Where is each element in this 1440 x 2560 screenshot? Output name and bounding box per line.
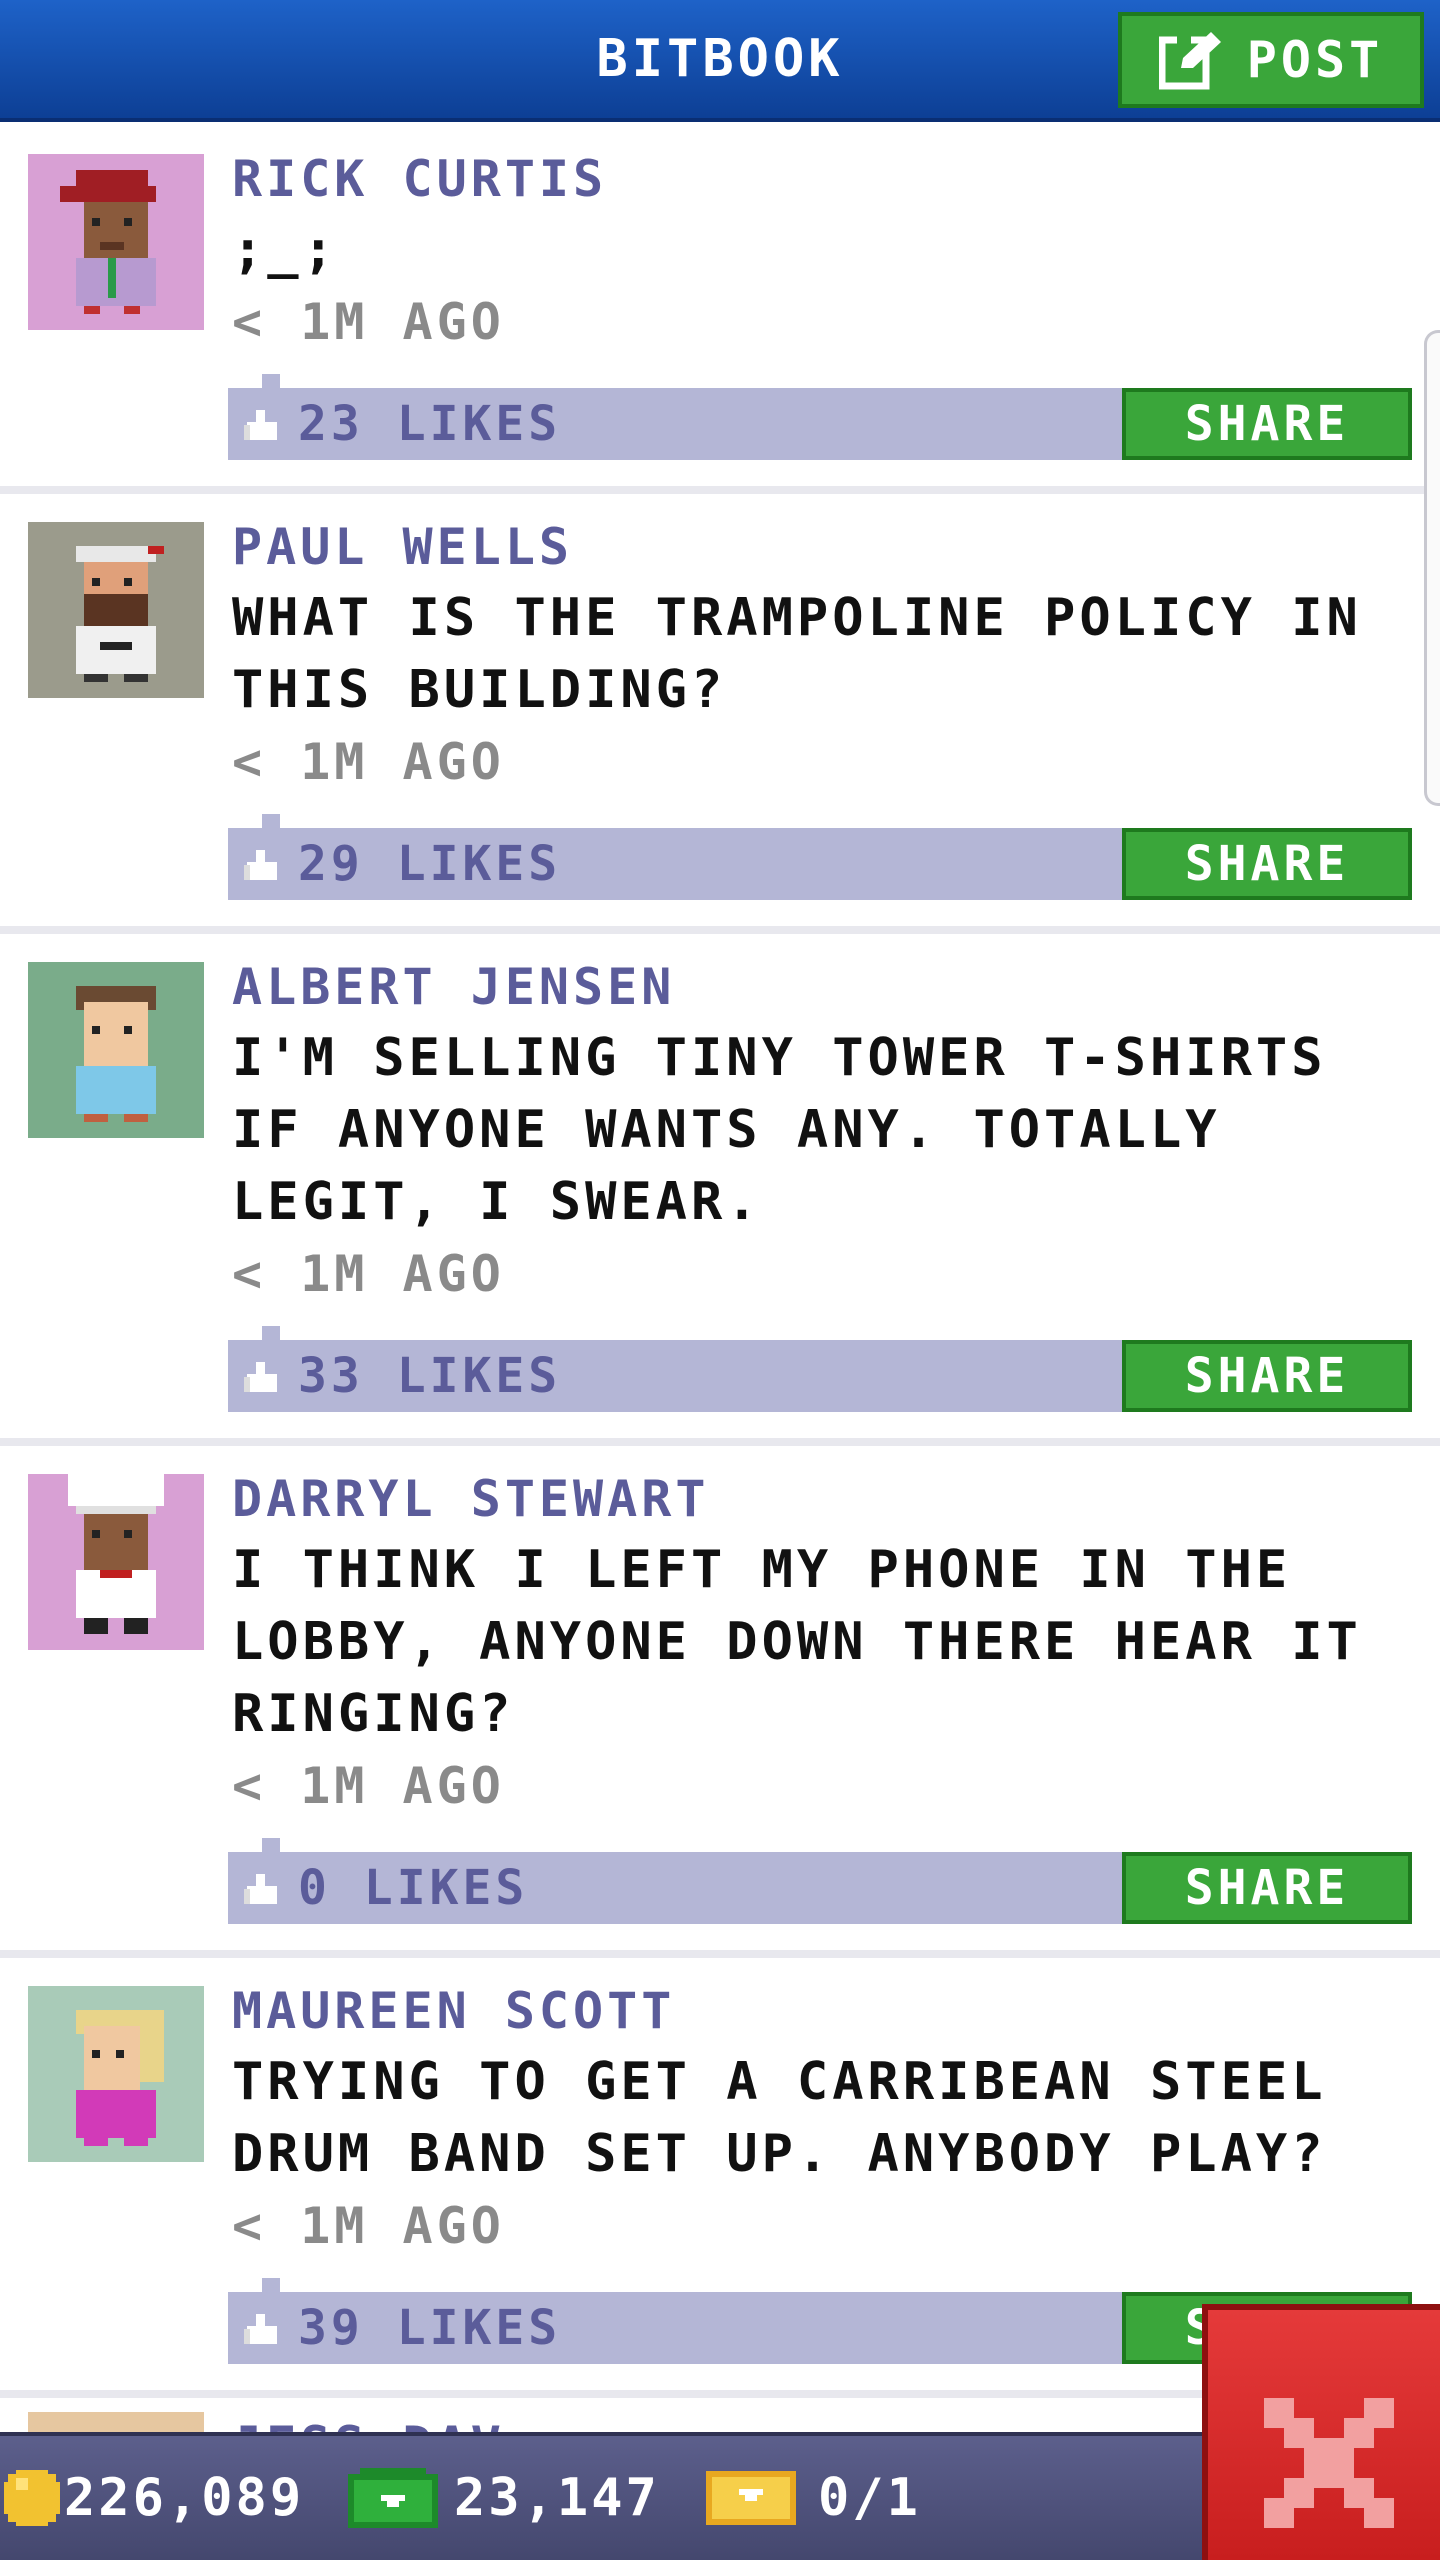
like-bar-tab (262, 1838, 280, 1852)
tickets-value: 0/1 (818, 2468, 921, 2528)
like-bar-tab (262, 814, 280, 828)
avatar[interactable] (28, 522, 204, 698)
avatar[interactable] (28, 154, 204, 330)
share-button[interactable]: SHARE (1122, 828, 1412, 900)
post-time: < 1M AGO (232, 1757, 505, 1815)
like-count: 23 LIKES (298, 396, 562, 452)
post-button[interactable]: POST (1118, 12, 1424, 108)
like-bar: 29 LIKES SHARE (228, 814, 1412, 900)
post-body: DARRYL STEWART I THINK I LEFT MY PHONE I… (232, 1464, 1412, 1822)
like-bar: 23 LIKES SHARE (228, 374, 1412, 460)
author-name[interactable]: PAUL WELLS (232, 512, 1412, 582)
avatar[interactable] (28, 962, 204, 1138)
avatar[interactable] (28, 2412, 204, 2432)
avatar[interactable] (28, 1986, 204, 2162)
post-item: DARRYL STEWART I THINK I LEFT MY PHONE I… (0, 1446, 1440, 1958)
like-bar: 33 LIKES SHARE (228, 1326, 1412, 1412)
like-count: 0 LIKES (298, 1860, 529, 1916)
post-item: ALBERT JENSEN I'M SELLING TINY TOWER T-S… (0, 934, 1440, 1446)
post-text: ;_; (232, 220, 338, 280)
post-time: < 1M AGO (232, 2197, 505, 2255)
compose-icon (1158, 32, 1221, 90)
post-text: WHAT IS THE TRAMPOLINE POLICY IN THIS BU… (232, 588, 1362, 720)
share-button[interactable]: SHARE (1122, 1340, 1412, 1412)
coins-value: 226,089 (64, 2468, 305, 2528)
like-count: 33 LIKES (298, 1348, 562, 1404)
post-time: < 1M AGO (232, 733, 505, 791)
like-count: 29 LIKES (298, 836, 562, 892)
thumbs-up-icon[interactable] (244, 850, 280, 880)
bux-stat: 23,147 (348, 2436, 660, 2560)
author-name[interactable]: MAUREEN SCOTT (232, 1976, 1412, 2046)
post-label: POST (1246, 31, 1384, 89)
like-bar-tab (262, 374, 280, 388)
post-body: RICK CURTIS ;_; < 1M AGO (232, 144, 1412, 358)
post-item: RICK CURTIS ;_; < 1M AGO 23 LIKES SHARE (0, 126, 1440, 494)
author-name[interactable]: ALBERT JENSEN (232, 952, 1412, 1022)
like-bar-tab (262, 1326, 280, 1340)
bux-value: 23,147 (454, 2468, 660, 2528)
share-button[interactable]: SHARE (1122, 1852, 1412, 1924)
post-time: < 1M AGO (232, 1245, 505, 1303)
post-text: TRYING TO GET A CARRIBEAN STEEL DRUM BAN… (232, 2052, 1327, 2184)
post-time: < 1M AGO (232, 293, 505, 351)
thumbs-up-icon[interactable] (244, 2314, 280, 2344)
app-header: BITBOOK POST (0, 0, 1440, 122)
avatar[interactable] (28, 1474, 204, 1650)
like-count: 39 LIKES (298, 2300, 562, 2356)
post-feed[interactable]: RICK CURTIS ;_; < 1M AGO 23 LIKES SHARE (0, 126, 1440, 2398)
close-button[interactable] (1202, 2304, 1440, 2560)
post-body: MAUREEN SCOTT TRYING TO GET A CARRIBEAN … (232, 1976, 1412, 2262)
post-item: PAUL WELLS WHAT IS THE TRAMPOLINE POLICY… (0, 494, 1440, 934)
share-button[interactable]: SHARE (1122, 388, 1412, 460)
post-text: I THINK I LEFT MY PHONE IN THE LOBBY, AN… (232, 1540, 1362, 1744)
thumbs-up-icon[interactable] (244, 410, 280, 440)
post-text: I'M SELLING TINY TOWER T-SHIRTS IF ANYON… (232, 1028, 1327, 1232)
ticket-icon (706, 2471, 796, 2525)
coin-icon (4, 2470, 60, 2526)
thumbs-up-icon[interactable] (244, 1874, 280, 1904)
scrollbar[interactable] (1424, 330, 1440, 806)
thumbs-up-icon[interactable] (244, 1362, 280, 1392)
like-bar: 0 LIKES SHARE (228, 1838, 1412, 1924)
author-name[interactable]: DARRYL STEWART (232, 1464, 1412, 1534)
post-body: PAUL WELLS WHAT IS THE TRAMPOLINE POLICY… (232, 512, 1412, 798)
coins-stat: 226,089 (4, 2436, 304, 2560)
like-bar-tab (262, 2278, 280, 2292)
close-icon (1264, 2398, 1394, 2528)
author-name[interactable]: JESS DAV (232, 2410, 505, 2432)
tickets-stat: 0/1 (706, 2436, 921, 2560)
bux-icon (348, 2468, 438, 2528)
author-name[interactable]: RICK CURTIS (232, 144, 1412, 214)
post-body: ALBERT JENSEN I'M SELLING TINY TOWER T-S… (232, 952, 1412, 1310)
